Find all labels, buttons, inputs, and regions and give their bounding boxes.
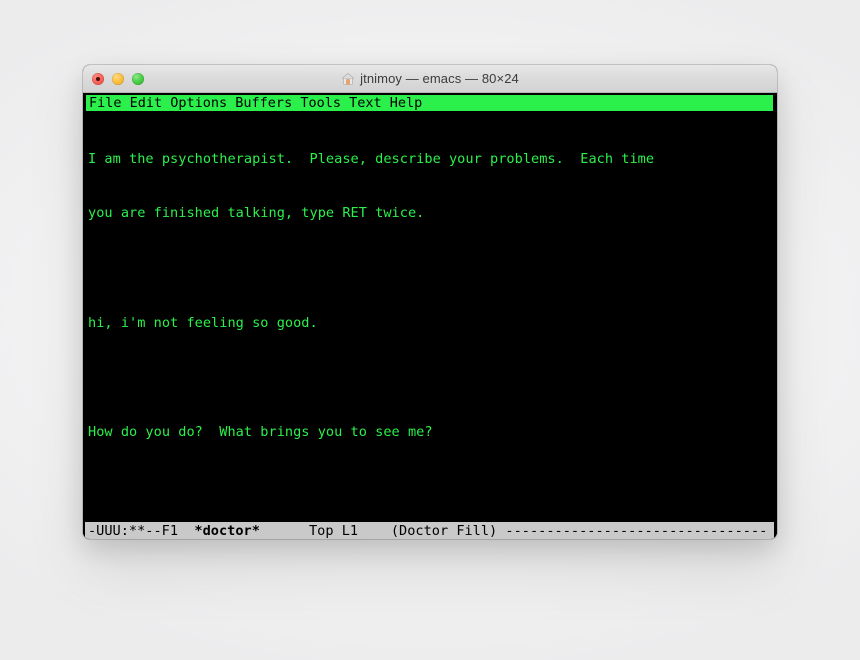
window-title-text: jtnimoy — emacs — 80×24 — [360, 71, 519, 86]
window-titlebar[interactable]: jtnimoy — emacs — 80×24 — [83, 65, 777, 93]
buffer-line: you are finished talking, type RET twice… — [88, 205, 425, 222]
mode-line-buffer-name: *doctor* — [194, 523, 260, 539]
mode-line-major-mode: (Doctor Fill) — [390, 523, 506, 539]
emacs-menu-bar[interactable]: File Edit Options Buffers Tools Text Hel… — [85, 94, 774, 112]
emacs-frame: File Edit Options Buffers Tools Text Hel… — [83, 93, 777, 539]
buffer-line — [85, 478, 774, 496]
window-title: jtnimoy — emacs — 80×24 — [341, 71, 519, 86]
doctor-buffer[interactable]: I am the psychotherapist. Please, descri… — [85, 113, 774, 540]
window-controls — [92, 72, 144, 85]
mode-line-filler: -------------------------------- — [505, 523, 768, 539]
home-folder-icon — [342, 72, 355, 85]
buffer-line — [85, 369, 774, 387]
mode-line-flags: -UUU:**--F1 — [88, 523, 195, 539]
close-button[interactable] — [92, 72, 104, 85]
buffer-line: hi, i'm not feeling so good. — [88, 314, 318, 331]
buffer-line: How do you do? What brings you to see me… — [88, 424, 433, 441]
buffer-line — [85, 259, 774, 277]
maximize-button[interactable] — [132, 72, 144, 85]
minimize-button[interactable] — [112, 72, 124, 85]
mode-line-position: Top L1 — [259, 523, 391, 539]
buffer-line: I am the psychotherapist. Please, descri… — [88, 150, 655, 167]
terminal-window: jtnimoy — emacs — 80×24 File Edit Option… — [83, 65, 777, 539]
menu-bar-items[interactable]: File Edit Options Buffers Tools Text Hel… — [86, 95, 422, 111]
emacs-mode-line: -UUU:**--F1 *doctor* Top L1 (Doctor Fill… — [85, 522, 774, 539]
